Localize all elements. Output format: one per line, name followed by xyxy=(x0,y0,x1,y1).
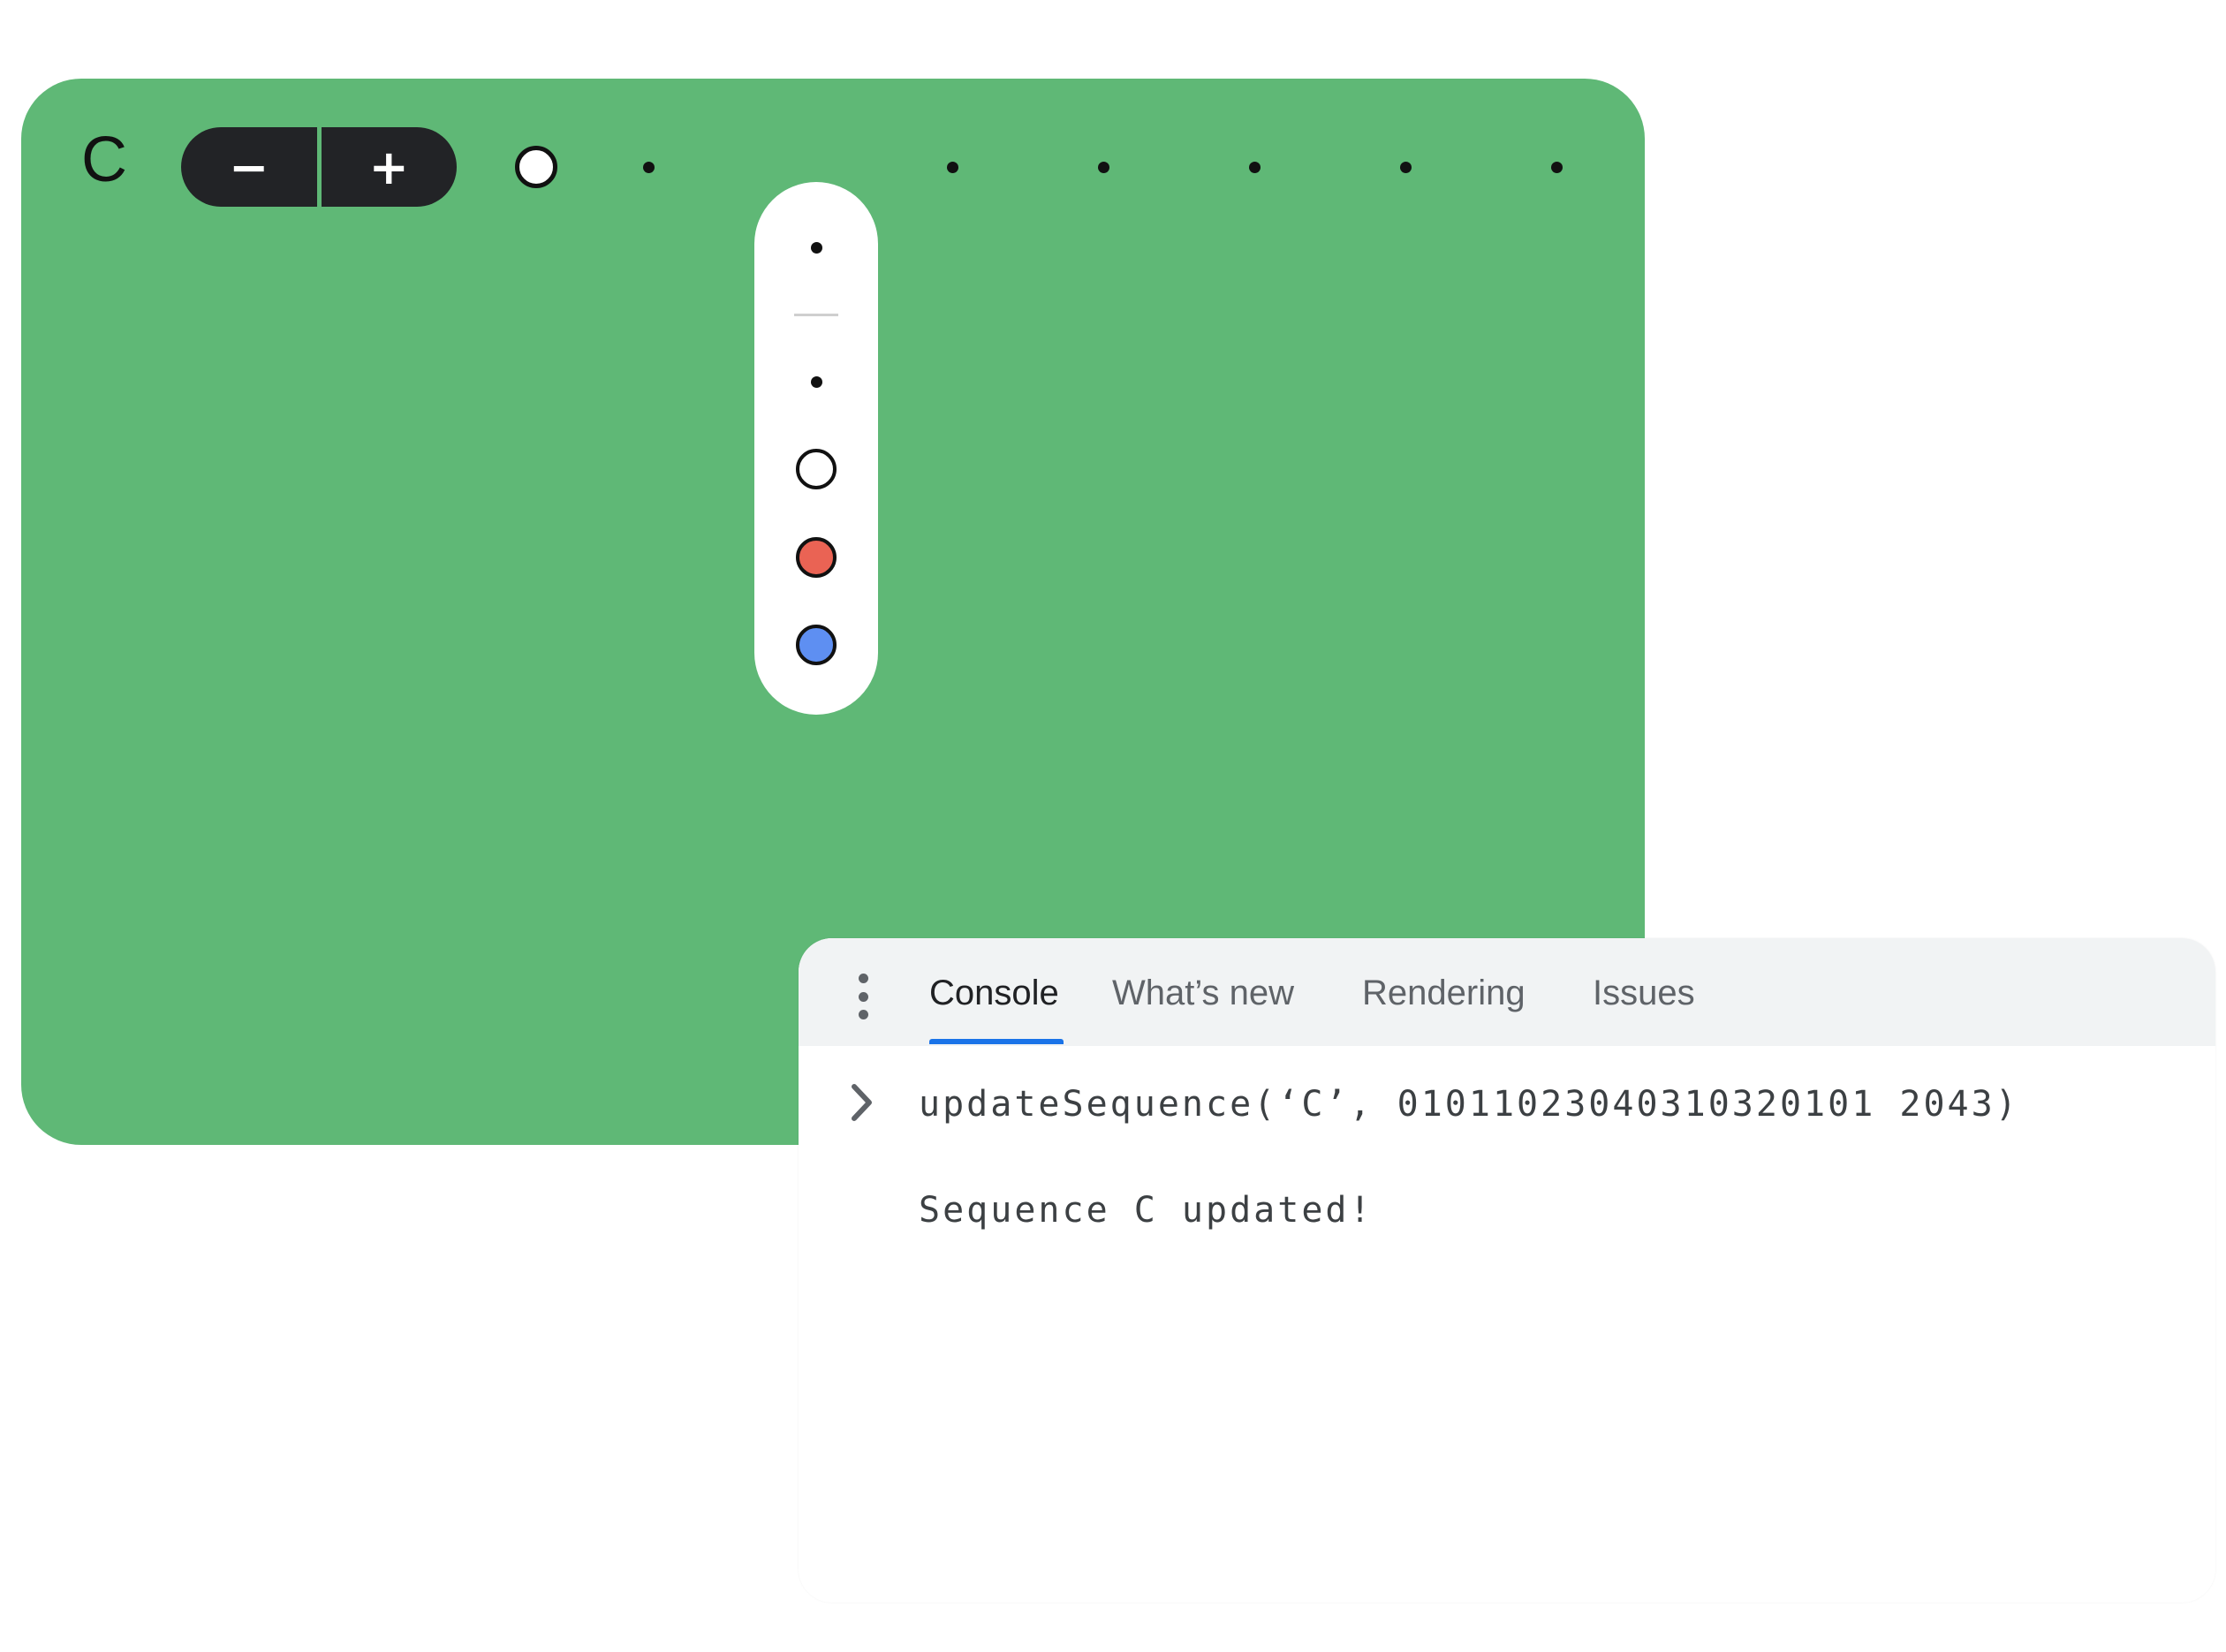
devtools-tab-bar: Console What’s new Rendering Issues xyxy=(799,938,2215,1046)
tab-rendering[interactable]: Rendering xyxy=(1362,965,1526,1021)
step-6[interactable] xyxy=(1228,140,1281,193)
tab-whats-new[interactable]: What’s new xyxy=(1112,965,1294,1021)
step-2[interactable] xyxy=(622,140,675,193)
more-options-icon[interactable] xyxy=(850,974,876,1019)
picker-option-blue[interactable] xyxy=(785,614,847,676)
dot-icon xyxy=(1399,161,1412,173)
console-command: updateSequence(‘C’, 01011023040310320101… xyxy=(919,1084,2019,1125)
dot-icon xyxy=(810,375,822,388)
console-output-message: Sequence C updated! xyxy=(919,1190,1374,1231)
picker-option-dot-current[interactable] xyxy=(785,216,847,278)
picker-option-red[interactable] xyxy=(785,527,847,588)
note-circle-icon xyxy=(515,146,557,188)
tab-issues[interactable]: Issues xyxy=(1593,965,1695,1021)
decrease-button[interactable]: − xyxy=(181,127,317,207)
step-7[interactable] xyxy=(1379,140,1432,193)
step-count-stepper: − + xyxy=(181,127,457,207)
step-8[interactable] xyxy=(1530,140,1583,193)
step-4[interactable] xyxy=(926,140,979,193)
dot-icon xyxy=(1248,161,1261,173)
increase-button[interactable]: + xyxy=(322,127,458,207)
note-picker-dropdown xyxy=(754,182,878,715)
dot-icon xyxy=(1550,161,1563,173)
tab-console[interactable]: Console xyxy=(929,965,1059,1021)
white-circle-icon xyxy=(796,449,837,489)
sequence-label: C xyxy=(81,125,127,195)
console-output-area[interactable]: updateSequence(‘C’, 01011023040310320101… xyxy=(799,1046,2215,1603)
picker-option-white[interactable] xyxy=(785,438,847,500)
dot-icon xyxy=(946,161,958,173)
step-5[interactable] xyxy=(1077,140,1130,193)
dot-icon xyxy=(1097,161,1109,173)
red-circle-icon xyxy=(796,537,837,578)
picker-divider xyxy=(794,314,838,316)
dot-icon xyxy=(810,241,822,254)
active-tab-indicator xyxy=(929,1039,1064,1044)
blue-circle-icon xyxy=(796,625,837,665)
picker-option-dot[interactable] xyxy=(785,351,847,413)
dot-icon xyxy=(642,161,655,173)
chevron-right-icon xyxy=(852,1084,872,1121)
step-1[interactable] xyxy=(510,140,563,193)
devtools-panel: Console What’s new Rendering Issues upda… xyxy=(799,938,2215,1603)
